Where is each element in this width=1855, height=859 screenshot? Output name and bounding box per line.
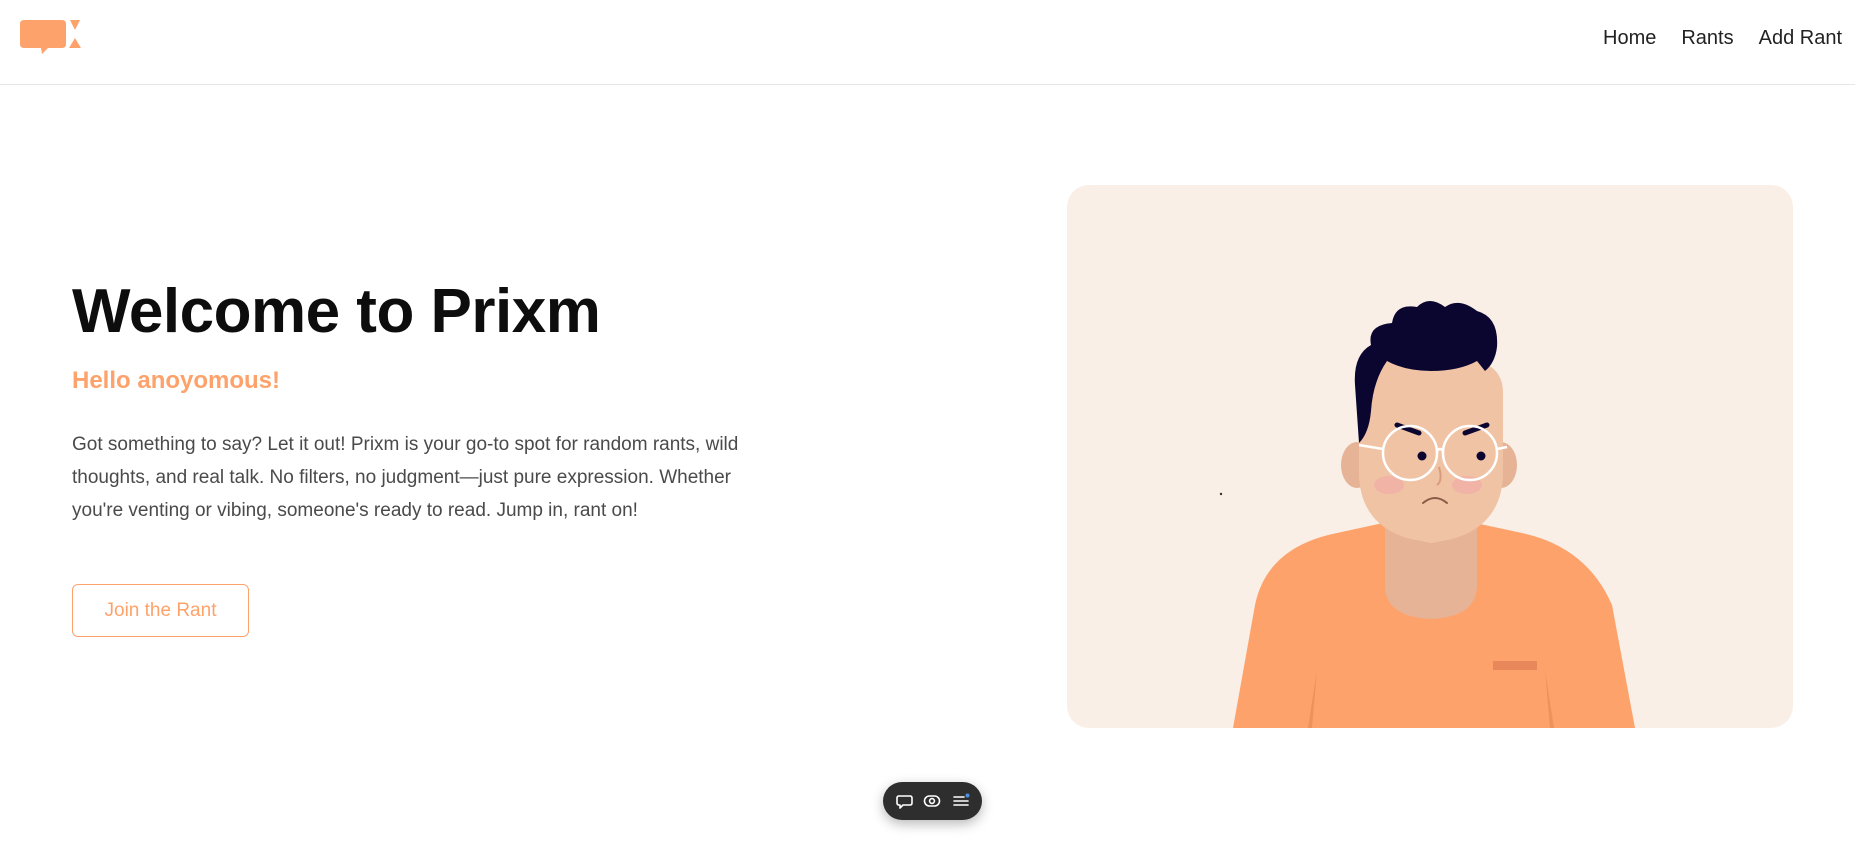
hero-greeting: Hello anoyomous! <box>72 367 281 394</box>
top-navbar: Home Rants Add Rant <box>0 0 1855 85</box>
shirt-pocket <box>1493 661 1537 670</box>
notification-dot <box>965 793 970 798</box>
floating-toolbar <box>883 782 982 820</box>
man-with-glasses-illustration-icon <box>1219 301 1635 728</box>
comment-icon <box>895 794 913 809</box>
join-the-rant-button[interactable]: Join the Rant <box>72 584 249 637</box>
eye-icon <box>924 795 941 807</box>
logo[interactable] <box>20 18 84 58</box>
hero-illustration <box>1067 185 1793 728</box>
preview-button[interactable] <box>920 789 944 813</box>
main-nav: Home Rants Add Rant <box>1603 24 1855 52</box>
speech-bubble-x-logo-icon <box>20 20 81 54</box>
nav-home-link[interactable]: Home <box>1603 24 1656 52</box>
hero-title: Welcome to Prixm <box>72 277 601 346</box>
nav-rants-link[interactable]: Rants <box>1681 24 1733 52</box>
comment-button[interactable] <box>892 789 916 813</box>
nav-add-rant-link[interactable]: Add Rant <box>1759 24 1842 52</box>
hero-description: Got something to say? Let it out! Prixm … <box>72 434 739 521</box>
menu-icon <box>953 793 970 806</box>
menu-button[interactable] <box>949 789 973 813</box>
